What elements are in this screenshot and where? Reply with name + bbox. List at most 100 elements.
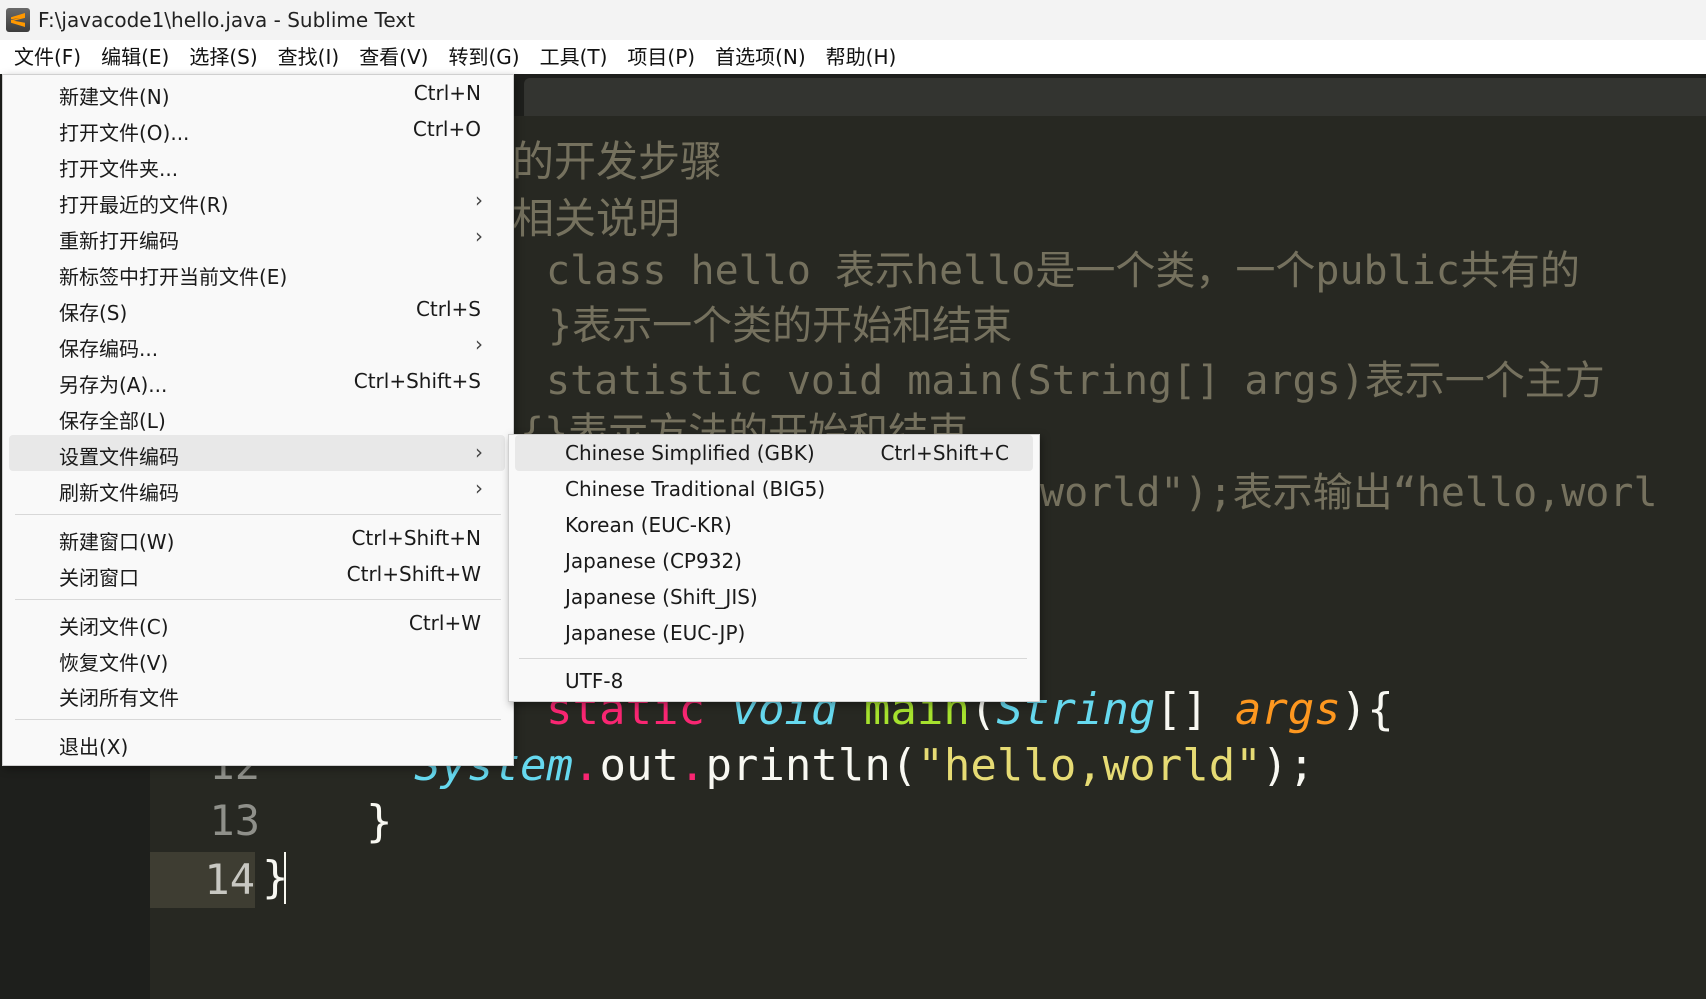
menu-goto[interactable]: 转到(G)	[438, 40, 529, 74]
menu-item-reopen-encoding[interactable]: 重新打开编码 ›	[9, 219, 505, 255]
menu-item-label: Japanese (EUC-JP)	[565, 621, 746, 645]
menu-item-shortcut: Ctrl+O	[412, 117, 481, 141]
menu-item-label: 关闭窗口	[59, 566, 139, 590]
menu-item-label: 打开文件(O)...	[59, 121, 190, 145]
text-cursor	[284, 852, 286, 904]
submenu-item-cp932[interactable]: Japanese (CP932)	[515, 543, 1033, 579]
menu-item-label: 关闭文件(C)	[59, 615, 169, 639]
menu-item-label: Japanese (Shift_JIS)	[565, 585, 758, 609]
submenu-item-utf8[interactable]: UTF-8	[515, 663, 1033, 699]
menu-item-revert-file[interactable]: 恢复文件(V)	[9, 641, 505, 677]
comment-line: 相关说明	[512, 194, 681, 243]
sublime-app-icon	[6, 8, 30, 32]
menu-item-label: 刷新文件编码	[59, 481, 179, 505]
menu-item-label: 退出(X)	[59, 735, 129, 759]
menu-item-shortcut: Ctrl+S	[415, 297, 481, 321]
title-bar: F:\javacode1\hello.java - Sublime Text	[0, 0, 1706, 40]
array-brackets: []	[1155, 684, 1209, 735]
menu-item-label: 关闭所有文件	[59, 686, 179, 710]
menu-item-label: 重新打开编码	[59, 229, 179, 253]
menu-help[interactable]: 帮助(H)	[816, 40, 907, 74]
menu-selection[interactable]: 选择(S)	[179, 40, 267, 74]
menu-item-label: Japanese (CP932)	[565, 549, 742, 573]
code-line-13: }	[366, 796, 393, 847]
submenu-item-big5[interactable]: Chinese Traditional (BIG5)	[515, 471, 1033, 507]
chevron-right-icon: ›	[475, 440, 483, 464]
menu-item-label: 新标签中打开当前文件(E)	[59, 265, 288, 289]
menu-item-save-as[interactable]: 另存为(A)... Ctrl+Shift+S	[9, 363, 505, 399]
menu-bar: 文件(F) 编辑(E) 选择(S) 查找(I) 查看(V) 转到(G) 工具(T…	[0, 40, 1706, 74]
menu-item-new-window[interactable]: 新建窗口(W) Ctrl+Shift+N	[9, 520, 505, 556]
chevron-right-icon: ›	[475, 332, 483, 356]
menu-item-close-window[interactable]: 关闭窗口 Ctrl+Shift+W	[9, 556, 505, 592]
menu-item-open-folder[interactable]: 打开文件夹...	[9, 147, 505, 183]
chevron-right-icon: ›	[475, 476, 483, 500]
menu-item-shortcut: Ctrl+Shift+W	[346, 562, 481, 586]
submenu-item-shift-jis[interactable]: Japanese (Shift_JIS)	[515, 579, 1033, 615]
field-out: out	[599, 740, 679, 791]
comment-line: statistic void main(String[] args)表示一个主方	[546, 358, 1605, 404]
menu-item-label: Chinese Traditional (BIG5)	[565, 477, 826, 501]
menu-item-open-file[interactable]: 打开文件(O)... Ctrl+O	[9, 111, 505, 147]
line-number: 13	[209, 796, 260, 845]
submenu-item-euc-kr[interactable]: Korean (EUC-KR)	[515, 507, 1033, 543]
menu-edit[interactable]: 编辑(E)	[91, 40, 179, 74]
submenu-item-euc-jp[interactable]: Japanese (EUC-JP)	[515, 615, 1033, 651]
menu-project[interactable]: 项目(P)	[617, 40, 705, 74]
submenu-item-gbk[interactable]: Chinese Simplified (GBK) Ctrl+Shift+C	[515, 435, 1033, 471]
menu-item-label: 保存编码...	[59, 337, 159, 361]
chevron-right-icon: ›	[475, 188, 483, 212]
menu-item-open-recent[interactable]: 打开最近的文件(R) ›	[9, 183, 505, 219]
code-line-12: System.out.println("hello,world");	[414, 740, 1315, 791]
menu-item-save-all[interactable]: 保存全部(L)	[9, 399, 505, 435]
menu-item-shortcut: Ctrl+Shift+N	[351, 526, 481, 550]
menu-file[interactable]: 文件(F)	[4, 40, 91, 74]
menu-separator	[15, 599, 501, 600]
menu-item-exit[interactable]: 退出(X)	[9, 725, 505, 761]
menu-item-shortcut: Ctrl+W	[408, 611, 481, 635]
menu-preferences[interactable]: 首选项(N)	[705, 40, 816, 74]
menu-separator	[15, 719, 501, 720]
menu-tools[interactable]: 工具(T)	[530, 40, 618, 74]
menu-separator	[519, 658, 1027, 659]
paren-close: );	[1261, 740, 1315, 791]
comment-line: world");表示输出“hello,worl	[1040, 470, 1658, 516]
tab-hello-java[interactable]	[524, 78, 1706, 116]
menu-view[interactable]: 查看(V)	[349, 40, 438, 74]
argument-args: args	[1234, 684, 1341, 735]
menu-item-shortcut: Ctrl+N	[413, 81, 481, 105]
menu-item-label: 另存为(A)...	[59, 373, 168, 397]
chevron-right-icon: ›	[475, 224, 483, 248]
file-menu-dropdown: 新建文件(N) Ctrl+N 打开文件(O)... Ctrl+O 打开文件夹... …	[2, 74, 514, 766]
menu-item-label: 保存(S)	[59, 301, 128, 325]
menu-item-label: 打开最近的文件(R)	[59, 193, 229, 217]
menu-item-label: UTF-8	[565, 669, 624, 693]
string-literal: "hello,world"	[917, 740, 1262, 791]
window-title: F:\javacode1\hello.java - Sublime Text	[38, 8, 415, 32]
comment-line: 的开发步骤	[512, 137, 723, 186]
menu-separator	[15, 514, 501, 515]
menu-item-shortcut: Ctrl+Shift+S	[353, 369, 481, 393]
dot: .	[572, 740, 600, 791]
paren-open: (	[890, 740, 918, 791]
menu-item-new-view[interactable]: 新标签中打开当前文件(E)	[9, 255, 505, 291]
menu-item-refresh-encoding[interactable]: 刷新文件编码 ›	[9, 471, 505, 507]
menu-item-label: 打开文件夹...	[59, 157, 179, 181]
menu-item-label: 新建文件(N)	[59, 85, 170, 109]
menu-item-save[interactable]: 保存(S) Ctrl+S	[9, 291, 505, 327]
comment-line: class hello 表示hello是一个类，一个public共有的	[546, 248, 1580, 294]
menu-item-new-file[interactable]: 新建文件(N) Ctrl+N	[9, 75, 505, 111]
paren-close-brace: ){	[1340, 684, 1394, 735]
menu-item-close-file[interactable]: 关闭文件(C) Ctrl+W	[9, 605, 505, 641]
menu-item-label: Chinese Simplified (GBK)	[565, 441, 815, 465]
encoding-submenu: Chinese Simplified (GBK) Ctrl+Shift+C Chi…	[508, 434, 1040, 702]
menu-item-save-encoding[interactable]: 保存编码... ›	[9, 327, 505, 363]
menu-item-label: 保存全部(L)	[59, 409, 166, 433]
method-println: println	[705, 740, 891, 791]
menu-item-label: 设置文件编码	[59, 445, 179, 469]
menu-item-close-all[interactable]: 关闭所有文件	[9, 676, 505, 712]
menu-item-label: 新建窗口(W)	[59, 530, 175, 554]
menu-find[interactable]: 查找(I)	[268, 40, 350, 74]
menu-item-set-file-encoding[interactable]: 设置文件编码 ›	[9, 435, 505, 471]
line-number-active: 14	[150, 852, 255, 908]
